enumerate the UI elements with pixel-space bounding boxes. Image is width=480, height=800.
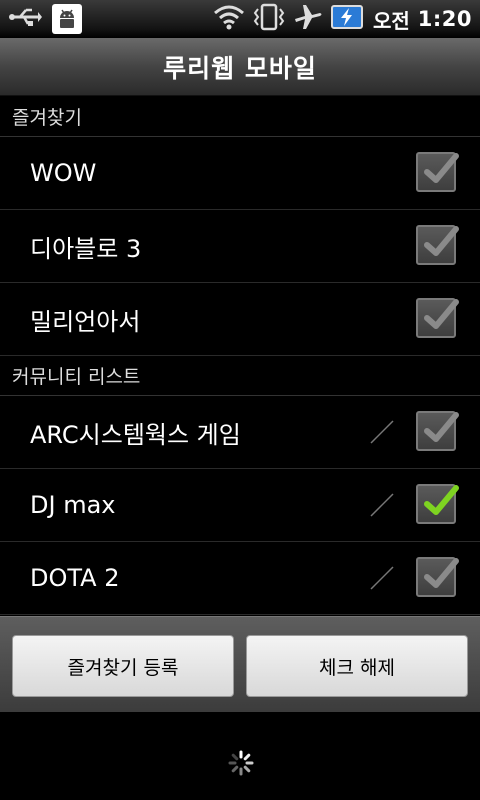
section-header-community: 커뮤니티 리스트	[0, 356, 480, 396]
loading-spinner-icon	[228, 750, 254, 780]
button-bar: 즐겨찾기 등록 체크 해제	[0, 616, 480, 712]
check-icon	[424, 485, 459, 515]
checkbox[interactable]	[416, 152, 459, 192]
checkbox[interactable]	[416, 411, 459, 451]
list-item[interactable]: DOTA 2	[0, 542, 480, 615]
vibrate-icon	[253, 3, 285, 35]
list-item[interactable]: WOW	[0, 137, 480, 210]
list-item[interactable]: DJ max	[0, 469, 480, 542]
check-icon	[424, 412, 459, 442]
list-item-label: DOTA 2	[30, 564, 120, 592]
list-item-label: WOW	[30, 159, 97, 187]
edit-icon[interactable]	[368, 564, 396, 596]
list-item-label: 디아블로 3	[30, 234, 142, 263]
register-favorites-button[interactable]: 즐겨찾기 등록	[12, 635, 234, 697]
edit-icon[interactable]	[368, 491, 396, 523]
usb-icon	[8, 6, 42, 32]
list-item[interactable]: ARC시스템웍스 게임	[0, 396, 480, 469]
list-item-label: DJ max	[30, 491, 116, 519]
uncheck-all-button[interactable]: 체크 해제	[246, 635, 468, 697]
checkbox[interactable]	[416, 225, 459, 265]
list-item[interactable]: 밀리언아서	[0, 283, 480, 356]
status-ampm: 오전	[372, 8, 410, 33]
edit-icon[interactable]	[368, 418, 396, 450]
checkbox[interactable]	[416, 298, 459, 338]
checkbox-checked[interactable]	[416, 484, 459, 524]
android-debug-icon	[52, 4, 82, 34]
list-item-label: 밀리언아서	[30, 307, 141, 336]
status-time: 1:20	[417, 7, 472, 31]
check-icon	[424, 226, 459, 256]
title-bar: 루리웹 모바일	[0, 38, 480, 96]
list-item-label: ARC시스템웍스 게임	[30, 420, 241, 449]
page-title: 루리웹 모바일	[163, 53, 317, 83]
check-icon	[424, 153, 459, 183]
check-icon	[424, 558, 459, 588]
airplane-icon	[293, 3, 323, 35]
battery-charging-icon	[330, 4, 365, 34]
community-list: 즐겨찾기 WOW 디아블로 3 밀리언아서 커뮤니티 리스트 ARC시스템웍스 …	[0, 97, 480, 615]
status-bar: 오전 1:20	[0, 0, 480, 38]
wifi-icon	[213, 4, 245, 34]
list-item[interactable]: 디아블로 3	[0, 210, 480, 283]
checkbox[interactable]	[416, 557, 459, 597]
section-header-favorites: 즐겨찾기	[0, 97, 480, 137]
check-icon	[424, 299, 459, 329]
